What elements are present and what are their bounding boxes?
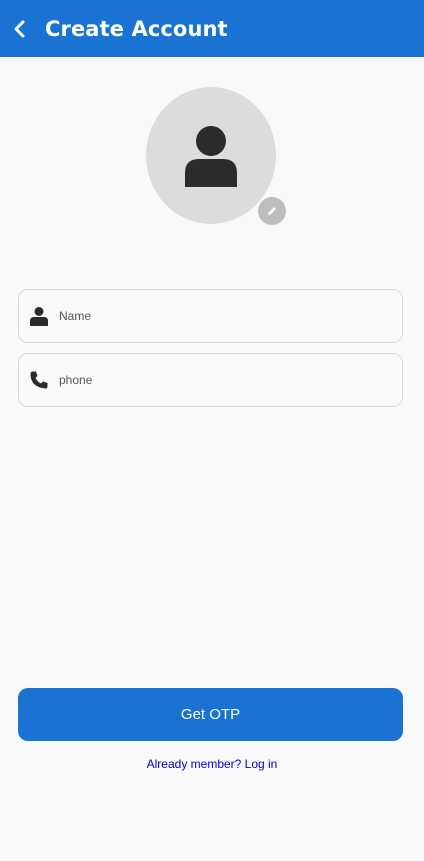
avatar[interactable] xyxy=(146,87,276,224)
name-input[interactable] xyxy=(59,309,379,323)
back-button[interactable] xyxy=(0,0,40,57)
pencil-icon xyxy=(268,207,276,215)
create-account-screen: Create Account Name phone Get OTP Alread… xyxy=(0,0,424,861)
name-field[interactable] xyxy=(18,289,403,343)
person-icon xyxy=(29,306,49,326)
phone-icon xyxy=(29,370,49,390)
get-otp-button[interactable]: Get OTP xyxy=(18,688,403,741)
page-title: Create Account xyxy=(45,16,228,41)
person-icon xyxy=(185,125,237,187)
chevron-left-icon xyxy=(14,20,25,37)
edit-avatar-button[interactable] xyxy=(258,197,286,225)
app-bar: Create Account xyxy=(0,0,424,57)
phone-input[interactable] xyxy=(59,373,379,387)
phone-field[interactable] xyxy=(18,353,403,407)
avatar-section xyxy=(146,87,286,227)
login-link[interactable]: Already member? Log in xyxy=(0,757,424,771)
